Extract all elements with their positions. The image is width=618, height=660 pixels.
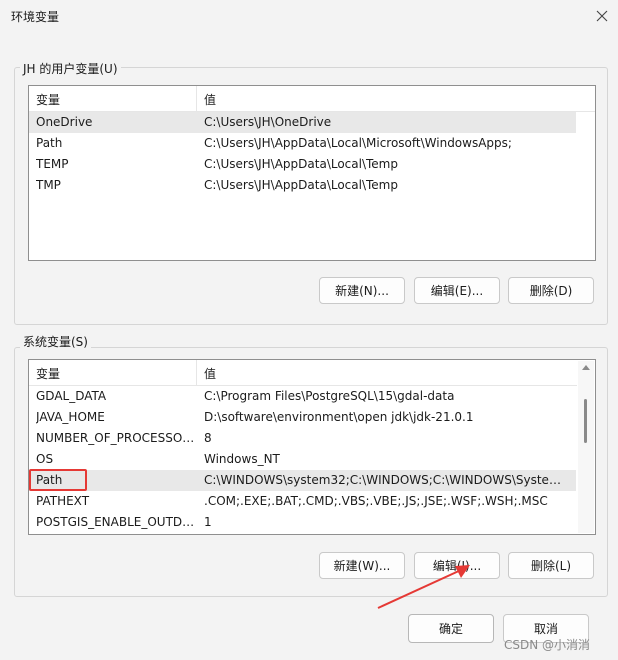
variable-name: NUMBER_OF_PROCESSORS <box>36 431 196 445</box>
table-row[interactable]: PATHEXT .COM;.EXE;.BAT;.CMD;.VBS;.VBE;.J… <box>29 491 576 512</box>
column-header-value[interactable]: 值 <box>204 365 216 382</box>
variable-name: OS <box>36 452 54 466</box>
table-row[interactable]: Path C:\Users\JH\AppData\Local\Microsoft… <box>29 133 576 154</box>
column-header-value[interactable]: 值 <box>204 91 216 108</box>
table-row[interactable]: OS Windows_NT <box>29 449 576 470</box>
column-divider[interactable] <box>196 360 197 385</box>
list-header: 变量 值 <box>29 360 577 386</box>
variable-value: 1 <box>204 515 212 529</box>
variable-value: C:\WINDOWS\system32;C:\WINDOWS;C:\WINDOW… <box>204 473 569 487</box>
table-row[interactable]: NUMBER_OF_PROCESSORS 8 <box>29 428 576 449</box>
column-divider[interactable] <box>196 86 197 111</box>
variable-value: C:\Users\JH\AppData\Local\Temp <box>204 157 398 171</box>
watermark: CSDN @小消消 <box>504 638 591 652</box>
user-variables-label: JH 的用户变量(U) <box>20 60 121 77</box>
vertical-scrollbar[interactable] <box>578 361 594 533</box>
close-icon <box>596 10 608 22</box>
system-variables-list[interactable]: 变量 值 GDAL_DATA C:\Program Files\PostgreS… <box>28 359 596 535</box>
variable-value: C:\Users\JH\AppData\Local\Temp <box>204 178 398 192</box>
variable-name: JAVA_HOME <box>36 410 105 424</box>
system-delete-button[interactable]: 删除(L) <box>508 552 594 579</box>
scroll-thumb[interactable] <box>584 399 587 443</box>
table-row[interactable]: JAVA_HOME D:\software\environment\open j… <box>29 407 576 428</box>
column-header-variable[interactable]: 变量 <box>36 91 60 108</box>
variable-name: POSTGIS_ENABLE_OUTDB... <box>36 515 196 529</box>
variable-value: Windows_NT <box>204 452 280 466</box>
table-row[interactable]: OneDrive C:\Users\JH\OneDrive <box>29 112 576 133</box>
system-edit-button[interactable]: 编辑(I)... <box>414 552 500 579</box>
variable-value: C:\Program Files\PostgreSQL\15\gdal-data <box>204 389 455 403</box>
variable-name: PATHEXT <box>36 494 90 508</box>
variable-value: .COM;.EXE;.BAT;.CMD;.VBS;.VBE;.JS;.JSE;.… <box>204 494 548 508</box>
ok-button[interactable]: 确定 <box>408 614 494 643</box>
user-edit-button[interactable]: 编辑(E)... <box>414 277 500 304</box>
table-row[interactable]: POSTGIS_ENABLE_OUTDB... 1 <box>29 512 576 533</box>
variable-value: C:\Users\JH\AppData\Local\Microsoft\Wind… <box>204 136 512 150</box>
user-new-button[interactable]: 新建(N)... <box>319 277 405 304</box>
table-row-path[interactable]: Path C:\WINDOWS\system32;C:\WINDOWS;C:\W… <box>29 470 576 491</box>
system-new-button[interactable]: 新建(W)... <box>319 552 405 579</box>
variable-value: C:\Users\JH\OneDrive <box>204 115 332 129</box>
variable-value: D:\software\environment\open jdk\jdk-21.… <box>204 410 474 424</box>
variable-name: TMP <box>36 178 61 192</box>
user-variables-list[interactable]: 变量 值 OneDrive C:\Users\JH\OneDrive Path … <box>28 85 596 261</box>
variable-value: 8 <box>204 431 212 445</box>
table-row[interactable]: GDAL_DATA C:\Program Files\PostgreSQL\15… <box>29 386 576 407</box>
list-header: 变量 值 <box>29 86 595 112</box>
system-variables-label: 系统变量(S) <box>20 333 91 350</box>
column-header-variable[interactable]: 变量 <box>36 365 60 382</box>
window-title: 环境变量 <box>11 10 60 24</box>
user-delete-button[interactable]: 删除(D) <box>508 277 594 304</box>
close-button[interactable] <box>588 4 616 28</box>
variable-name: OneDrive <box>36 115 93 129</box>
title-bar: 环境变量 <box>0 0 618 32</box>
variable-name: Path <box>36 136 63 150</box>
table-row[interactable]: TMP C:\Users\JH\AppData\Local\Temp <box>29 175 576 196</box>
scroll-up-icon[interactable] <box>582 365 590 370</box>
variable-name: GDAL_DATA <box>36 389 107 403</box>
variable-name: TEMP <box>36 157 69 171</box>
variable-name: Path <box>36 473 63 487</box>
table-row[interactable]: TEMP C:\Users\JH\AppData\Local\Temp <box>29 154 576 175</box>
